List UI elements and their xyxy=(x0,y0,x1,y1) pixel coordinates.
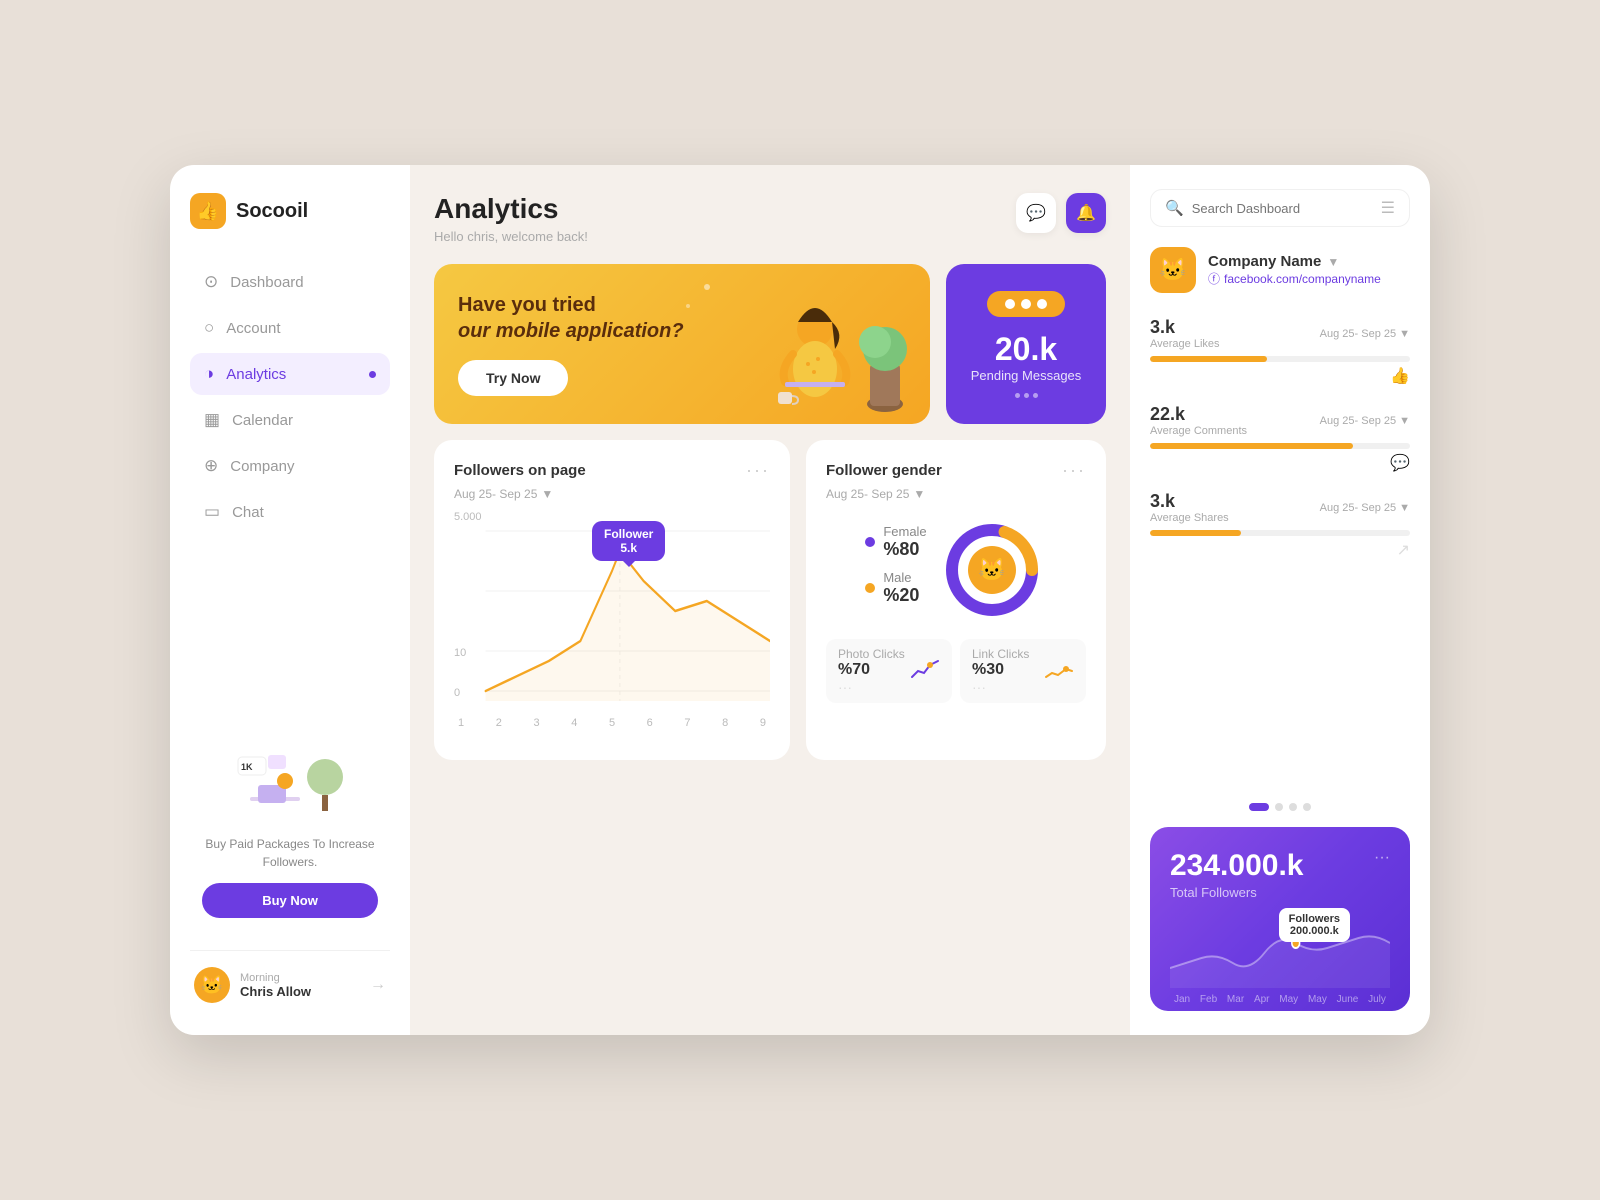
total-followers-card: 234.000.k Total Followers ··· Followers … xyxy=(1150,827,1410,1011)
comments-action-icon[interactable]: 💬 xyxy=(1150,453,1410,473)
logo-icon: 👍 xyxy=(190,193,226,229)
notification-button[interactable]: 🔔 xyxy=(1066,193,1106,233)
account-icon: ○ xyxy=(204,318,214,338)
buy-now-button[interactable]: Buy Now xyxy=(202,883,378,918)
pending-number: 20.k xyxy=(995,331,1057,368)
link-clicks-card: Link Clicks %30 ··· xyxy=(960,639,1086,703)
svg-text:🐱: 🐱 xyxy=(978,557,1005,582)
likes-action-icon[interactable]: 👍 xyxy=(1150,366,1410,386)
logo-text: Socooil xyxy=(236,200,308,223)
dot-1[interactable] xyxy=(1249,803,1269,811)
gender-card: Follower gender ··· Aug 25- Sep 25 ▼ Fem… xyxy=(806,440,1106,760)
try-now-button[interactable]: Try Now xyxy=(458,360,568,396)
stat-row-likes: 3.k Average Likes Aug 25- Sep 25 ▼ 👍 xyxy=(1150,317,1410,386)
chart-date[interactable]: Aug 25- Sep 25 ▼ xyxy=(454,487,770,501)
dashboard-icon: ⊙ xyxy=(204,272,218,292)
sidebar-logo: 👍 Socooil xyxy=(190,193,390,229)
logout-icon[interactable]: → xyxy=(370,976,386,994)
pending-messages-card: 20.k Pending Messages xyxy=(946,264,1106,424)
followers-chart-card: Followers on page ··· Aug 25- Sep 25 ▼ 5… xyxy=(434,440,790,760)
sidebar-nav: ⊙ Dashboard ○ Account ◑ Analytics ▦ Cale… xyxy=(190,261,390,533)
sidebar: 👍 Socooil ⊙ Dashboard ○ Account ◑ Analyt… xyxy=(170,165,410,1035)
page-title: Analytics xyxy=(434,193,588,225)
company-name: Company Name xyxy=(1208,253,1321,270)
chart-title: Followers on page xyxy=(454,462,586,479)
sidebar-item-calendar[interactable]: ▦ Calendar xyxy=(190,399,390,441)
header-actions: 💬 🔔 xyxy=(1016,193,1106,233)
pagination-dots xyxy=(1150,803,1410,811)
tf-months: Jan Feb Mar Apr May May June July xyxy=(1170,988,1390,1011)
facebook-icon: ⓕ xyxy=(1208,270,1220,287)
user-greeting: Morning xyxy=(240,972,360,984)
dot-3[interactable] xyxy=(1289,803,1297,811)
stat-date-comments[interactable]: Aug 25- Sep 25 ▼ xyxy=(1320,415,1410,427)
sidebar-item-account[interactable]: ○ Account xyxy=(190,307,390,349)
stat-date-likes[interactable]: Aug 25- Sep 25 ▼ xyxy=(1320,328,1410,340)
main-content: Analytics Hello chris, welcome back! 💬 🔔… xyxy=(410,165,1130,1035)
stats-row: Followers on page ··· Aug 25- Sep 25 ▼ 5… xyxy=(434,440,1106,760)
stat-row-shares: 3.k Average Shares Aug 25- Sep 25 ▼ ↗ xyxy=(1150,491,1410,560)
company-avatar: 🐱 xyxy=(1150,247,1196,293)
main-header: Analytics Hello chris, welcome back! 💬 🔔 xyxy=(434,193,1106,244)
followers-tooltip: Followers 200.000.k xyxy=(1279,908,1350,942)
company-url[interactable]: ⓕ facebook.com/companyname xyxy=(1208,270,1381,287)
chart-menu[interactable]: ··· xyxy=(746,460,770,481)
search-input[interactable] xyxy=(1192,201,1373,216)
link-clicks-icon xyxy=(1044,659,1074,684)
message-button[interactable]: 💬 xyxy=(1016,193,1056,233)
sidebar-item-company[interactable]: ⊕ Company xyxy=(190,445,390,487)
stat-row-comments: 22.k Average Comments Aug 25- Sep 25 ▼ 💬 xyxy=(1150,404,1410,473)
dot-4[interactable] xyxy=(1303,803,1311,811)
promo-banner-row: Have you tried our mobile application? T… xyxy=(434,264,1106,424)
chat-icon: ▭ xyxy=(204,502,220,522)
donut-chart: Female %80 Male %20 xyxy=(826,515,1086,625)
search-menu-icon[interactable]: ☰ xyxy=(1381,198,1395,218)
chart-area: 5.000 10 0 Follower 5.k xyxy=(454,511,770,711)
promo-banner: Have you tried our mobile application? T… xyxy=(434,264,930,424)
total-followers-label: Total Followers xyxy=(1170,885,1303,900)
company-card: 🐱 Company Name ▼ ⓕ facebook.com/companyn… xyxy=(1150,247,1410,293)
search-icon: 🔍 xyxy=(1165,199,1184,217)
user-avatar: 🐱 xyxy=(194,967,230,1003)
male-legend: Male %20 xyxy=(865,570,926,606)
follower-tooltip: Follower 5.k xyxy=(592,521,665,561)
company-dropdown-icon[interactable]: ▼ xyxy=(1327,255,1339,269)
promo-banner-heading: Have you tried our mobile application? xyxy=(458,292,684,344)
sidebar-item-dashboard[interactable]: ⊙ Dashboard xyxy=(190,261,390,303)
calendar-icon: ▦ xyxy=(204,410,220,430)
gender-title: Follower gender xyxy=(826,462,942,479)
total-followers-chart: Followers 200.000.k xyxy=(1170,908,1390,988)
pending-bubble xyxy=(987,291,1065,317)
total-followers-menu[interactable]: ··· xyxy=(1374,849,1390,867)
sidebar-user: 🐱 Morning Chris Allow → xyxy=(190,950,390,1007)
promo-text: Buy Paid Packages To Increase Followers. xyxy=(202,835,378,871)
stat-date-shares[interactable]: Aug 25- Sep 25 ▼ xyxy=(1320,502,1410,514)
svg-text:1K: 1K xyxy=(241,762,253,772)
company-icon: ⊕ xyxy=(204,456,218,476)
right-panel: 🔍 ☰ 🐱 Company Name ▼ ⓕ facebook.com/comp… xyxy=(1130,165,1430,1035)
sidebar-item-analytics[interactable]: ◑ Analytics xyxy=(190,353,390,395)
chart-labels: 1 2 3 4 5 6 7 8 9 xyxy=(454,717,770,729)
promo-illustration xyxy=(730,274,930,424)
dot-2[interactable] xyxy=(1275,803,1283,811)
page-subtitle: Hello chris, welcome back! xyxy=(434,229,588,244)
total-followers-number: 234.000.k xyxy=(1170,849,1303,883)
pending-label: Pending Messages xyxy=(971,368,1082,383)
analytics-icon: ◑ xyxy=(204,364,214,384)
photo-clicks-card: Photo Clicks %70 ··· xyxy=(826,639,952,703)
female-legend: Female %80 xyxy=(865,524,926,560)
gender-date[interactable]: Aug 25- Sep 25 ▼ xyxy=(826,487,1086,501)
sidebar-item-chat[interactable]: ▭ Chat xyxy=(190,491,390,533)
app-container: 👍 Socooil ⊙ Dashboard ○ Account ◑ Analyt… xyxy=(170,165,1430,1035)
shares-action-icon[interactable]: ↗ xyxy=(1150,540,1410,560)
user-name: Chris Allow xyxy=(240,984,360,999)
sidebar-promo: 1K Buy Paid Packages To Increase Followe… xyxy=(190,731,390,934)
gender-menu[interactable]: ··· xyxy=(1062,460,1086,481)
stats-section: 3.k Average Likes Aug 25- Sep 25 ▼ 👍 xyxy=(1150,317,1410,787)
search-bar: 🔍 ☰ xyxy=(1150,189,1410,227)
engagement-mini-cards: Photo Clicks %70 ··· xyxy=(826,639,1086,703)
photo-clicks-icon xyxy=(910,659,940,684)
